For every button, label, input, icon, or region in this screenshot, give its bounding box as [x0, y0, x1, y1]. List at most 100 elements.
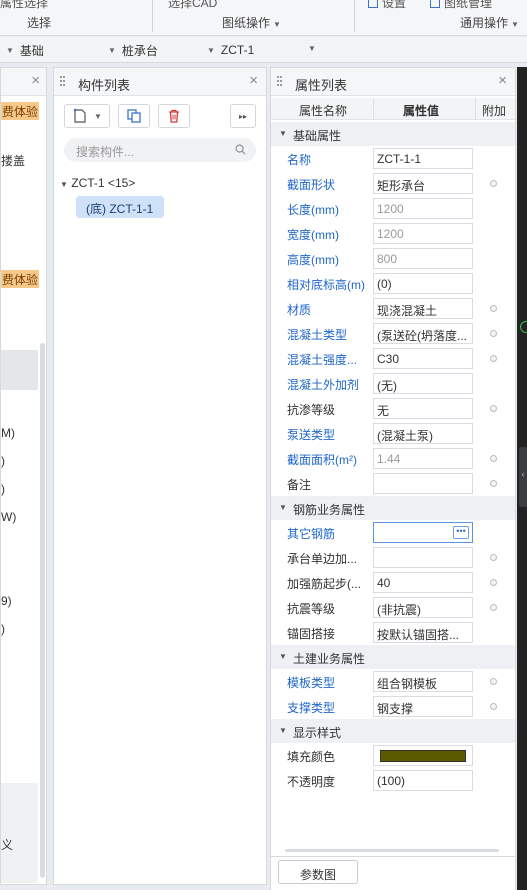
property-value-field[interactable]: 组合钢模板: [373, 671, 473, 692]
property-value-field[interactable]: •••: [373, 522, 473, 543]
extra-attribute-checkbox[interactable]: [490, 330, 497, 337]
property-value-field[interactable]: 钢支撑: [373, 696, 473, 717]
selector-value: 桩承台: [121, 43, 158, 58]
property-value-field[interactable]: (100): [373, 770, 473, 791]
trial-badge[interactable]: 费体验: [1, 102, 40, 120]
property-value-field[interactable]: [373, 547, 473, 568]
property-value: C30: [377, 352, 400, 366]
tree-node-root[interactable]: ▼ ZCT-1 <15>: [60, 176, 135, 190]
fill-color-swatch[interactable]: [380, 750, 466, 762]
extra-attribute-checkbox[interactable]: [490, 480, 497, 487]
category-selector[interactable]: ▼ 桩承台: [108, 40, 158, 60]
property-label: 名称: [287, 153, 312, 167]
left-list-item[interactable]: ): [1, 454, 5, 468]
close-icon[interactable]: ×: [249, 73, 258, 89]
new-component-button[interactable]: ▼: [64, 104, 110, 128]
group-drawing-label[interactable]: 图纸操作 ▼: [222, 14, 281, 31]
extra-attribute-checkbox[interactable]: [490, 678, 497, 685]
property-value-field[interactable]: 1200: [373, 223, 473, 244]
parameter-diagram-button[interactable]: 参数图: [278, 860, 358, 884]
component-selector[interactable]: ▼ ZCT-1: [207, 40, 254, 60]
extra-attribute-checkbox[interactable]: [490, 703, 497, 710]
tree-collapse-icon[interactable]: ▼: [60, 180, 68, 189]
property-value-field[interactable]: 1.44: [373, 448, 473, 469]
column-divider[interactable]: [373, 98, 374, 120]
drag-handle-icon[interactable]: [60, 76, 66, 88]
left-panel-scrollbar[interactable]: [40, 343, 45, 878]
property-label: 混凝土类型: [287, 328, 348, 342]
extra-attribute-checkbox[interactable]: [490, 305, 497, 312]
chevron-down-icon: ▼: [279, 652, 287, 661]
extra-attribute-checkbox[interactable]: [490, 604, 497, 611]
close-icon[interactable]: ×: [31, 73, 40, 89]
extra-attribute-checkbox[interactable]: [490, 405, 497, 412]
trial-badge[interactable]: 费体验: [1, 270, 40, 288]
collapse-panel-tab[interactable]: ‹: [519, 447, 527, 507]
ellipsis-button[interactable]: •••: [453, 526, 469, 539]
horizontal-scrollbar[interactable]: [285, 849, 499, 852]
tree-node-selected[interactable]: (底) ZCT-1-1: [76, 196, 164, 218]
property-label: 备注: [287, 478, 312, 492]
attribute-select-label[interactable]: 属性选择: [0, 0, 48, 11]
property-section-header[interactable]: ▼ 钢筋业务属性: [271, 496, 515, 520]
property-value-field[interactable]: 无: [373, 398, 473, 419]
property-value-field[interactable]: 800: [373, 248, 473, 269]
drag-handle-icon[interactable]: [277, 76, 283, 88]
property-row: 截面面积(m²) 1.44: [271, 446, 515, 471]
left-list-item[interactable]: 9): [1, 594, 12, 608]
column-divider[interactable]: [475, 98, 476, 120]
left-list-item[interactable]: ): [1, 622, 5, 636]
left-list-item[interactable]: M): [1, 426, 15, 440]
extra-attribute-checkbox[interactable]: [490, 180, 497, 187]
double-chevron-right-icon: ▸▸: [238, 111, 248, 121]
property-label: 承台单边加...: [287, 552, 358, 566]
property-value-field[interactable]: ZCT-1-1: [373, 148, 473, 169]
drawing-manage-label[interactable]: 图纸管理: [430, 0, 492, 11]
chevron-down-icon[interactable]: ▼: [308, 44, 316, 53]
more-button[interactable]: ▸▸: [230, 104, 256, 128]
property-value-field[interactable]: (0): [373, 273, 473, 294]
property-row: 材质 现浇混凝土: [271, 296, 515, 321]
column-header-value: 属性值: [403, 104, 440, 118]
property-section-header[interactable]: ▼ 土建业务属性: [271, 645, 515, 669]
left-panel-selected-row[interactable]: [1, 350, 38, 390]
delete-component-button[interactable]: [158, 104, 190, 128]
property-value-field[interactable]: 40: [373, 572, 473, 593]
property-value-field[interactable]: (泵送砼(坍落度...: [373, 323, 473, 344]
property-value-field[interactable]: 按默认锚固搭...: [373, 622, 473, 643]
extra-attribute-checkbox[interactable]: [490, 554, 497, 561]
property-label: 相对底标高(m): [287, 278, 365, 292]
chevron-down-icon: ▼: [6, 45, 14, 55]
property-value-field[interactable]: 现浇混凝土: [373, 298, 473, 319]
property-value: 组合钢模板: [377, 677, 438, 691]
property-value-field[interactable]: (混凝土泵): [373, 423, 473, 444]
property-value-field[interactable]: 1200: [373, 198, 473, 219]
property-value-field[interactable]: [373, 745, 473, 766]
extra-attribute-checkbox[interactable]: [490, 455, 497, 462]
copy-icon: [127, 109, 141, 123]
copy-component-button[interactable]: [118, 104, 150, 128]
close-icon[interactable]: ×: [498, 73, 507, 89]
group-general-label[interactable]: 通用操作 ▼: [460, 14, 519, 31]
select-cad-label[interactable]: 选择CAD: [168, 0, 217, 11]
extra-attribute-checkbox[interactable]: [490, 355, 497, 362]
property-value-field[interactable]: C30: [373, 348, 473, 369]
property-value-field[interactable]: (非抗震): [373, 597, 473, 618]
component-list-title: 构件列表: [78, 78, 131, 93]
floor-selector[interactable]: ▼ 基础: [6, 40, 44, 60]
property-value-field[interactable]: (无): [373, 373, 473, 394]
property-value-field[interactable]: 矩形承台: [373, 173, 473, 194]
settings-label[interactable]: 设置: [368, 0, 406, 11]
left-panel-text: 搂盖: [1, 154, 26, 168]
property-label: 填充颜色: [287, 750, 336, 764]
selector-bar: ▼ 基础 ▼ 桩承台 ▼ ZCT-1 ▼: [0, 37, 527, 63]
property-section-header[interactable]: ▼ 显示样式: [271, 719, 515, 743]
left-list-item[interactable]: ): [1, 482, 5, 496]
left-list-item[interactable]: W): [1, 510, 16, 524]
search-component-input[interactable]: 搜索构件...: [64, 138, 256, 162]
extra-attribute-checkbox[interactable]: [490, 579, 497, 586]
property-section-header[interactable]: ▼ 基础属性: [271, 122, 515, 146]
property-value-field[interactable]: [373, 473, 473, 494]
property-value: 1200: [377, 202, 404, 216]
settings-text: 设置: [382, 0, 407, 10]
